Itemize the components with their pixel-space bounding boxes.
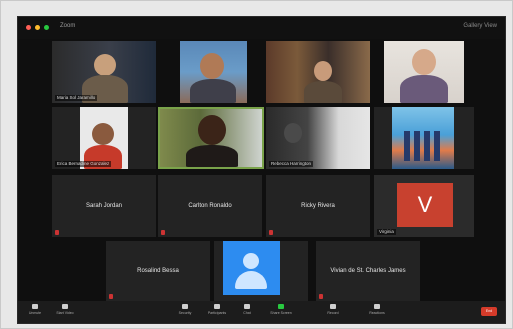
- toolbar-label: Reactions: [369, 311, 385, 315]
- participant-body: [400, 75, 448, 103]
- meeting-toolbar: Unmute Start Video Security Participants…: [18, 301, 505, 323]
- participant-name: Vivian de St. Charles James: [330, 268, 406, 274]
- avatar-head-icon: [243, 253, 259, 269]
- chat-icon: [244, 304, 250, 309]
- participant-name: Carlton Ronaldo: [188, 203, 232, 209]
- name-only-tile[interactable]: Carlton Ronaldo: [158, 175, 262, 237]
- participant-name: Rosalind Bessa: [137, 268, 179, 274]
- video-scene: [266, 107, 370, 169]
- video-tile[interactable]: Erica Bernadine Gonzalez: [52, 107, 156, 169]
- people-icon: [214, 304, 220, 309]
- toolbar-security[interactable]: Security: [172, 304, 198, 315]
- toolbar-record[interactable]: Record: [320, 304, 346, 315]
- camera-icon: [62, 304, 68, 309]
- participant-head: [412, 49, 436, 75]
- record-icon: [330, 304, 336, 309]
- window-controls[interactable]: [26, 25, 49, 30]
- participant-head: [200, 53, 224, 79]
- toolbar-label: Chat: [243, 311, 251, 315]
- title-bar: Zoom Gallery View: [18, 17, 505, 39]
- toolbar-participants[interactable]: Participants: [204, 304, 230, 315]
- end-meeting-button[interactable]: End: [481, 307, 497, 316]
- share-screen-icon: [278, 304, 284, 309]
- participant-body: [304, 81, 342, 103]
- name-only-tile[interactable]: Sarah Jordan: [52, 175, 156, 237]
- fullscreen-window-dot[interactable]: [44, 25, 49, 30]
- name-only-tile[interactable]: Ricky Rivera: [266, 175, 370, 237]
- shield-icon: [182, 304, 188, 309]
- view-toggle[interactable]: Gallery View: [463, 23, 497, 29]
- screenshot-frame: Zoom Gallery View Maria Sol Jaramillo Er…: [0, 0, 513, 329]
- toolbar-label: Share Screen: [270, 311, 292, 315]
- close-window-dot[interactable]: [26, 25, 31, 30]
- video-tile[interactable]: [266, 41, 370, 103]
- toolbar-label: Record: [327, 311, 339, 315]
- toolbar-reactions[interactable]: Reactions: [364, 304, 390, 315]
- active-speaker-tile[interactable]: [158, 107, 264, 169]
- participant-name: Virginia: [377, 229, 396, 235]
- muted-mic-icon: [161, 230, 165, 235]
- toolbar-label: Participants: [207, 311, 227, 315]
- participant-name: Rebecca Harrington: [269, 161, 314, 167]
- participant-body: [190, 79, 236, 103]
- window-title: Zoom: [60, 23, 76, 29]
- profile-avatar-tile[interactable]: [214, 241, 308, 301]
- video-tile[interactable]: Maria Sol Jaramillo: [52, 41, 156, 103]
- participant-name: Ricky Rivera: [301, 203, 335, 209]
- video-tile[interactable]: [180, 41, 247, 103]
- participant-head: [94, 54, 116, 76]
- video-tile[interactable]: Rebecca Harrington: [266, 107, 370, 169]
- minimize-window-dot[interactable]: [35, 25, 40, 30]
- avatar-body-icon: [235, 271, 267, 289]
- avatar-tile[interactable]: V Virginia: [374, 175, 474, 237]
- participant-name: Sarah Jordan: [85, 203, 123, 209]
- microphone-icon: [32, 304, 38, 309]
- toolbar-unmute[interactable]: Unmute: [22, 304, 48, 315]
- participant-head: [198, 115, 226, 145]
- toolbar-chat[interactable]: Chat: [234, 304, 260, 315]
- participant-head: [314, 61, 332, 81]
- muted-mic-icon: [319, 294, 323, 299]
- toolbar-label: Security: [178, 311, 192, 315]
- participant-head: [92, 123, 114, 145]
- toolbar-label: Unmute: [28, 311, 42, 315]
- initial-avatar: V: [397, 183, 453, 227]
- muted-mic-icon: [109, 294, 113, 299]
- toolbar-start-video[interactable]: Start Video: [52, 304, 78, 315]
- name-only-tile[interactable]: Rosalind Bessa: [106, 241, 210, 301]
- participant-body: [186, 145, 238, 167]
- profile-avatar: [223, 241, 280, 295]
- video-tile[interactable]: [374, 107, 474, 169]
- participant-name: Erica Bernadine Gonzalez: [55, 161, 112, 167]
- reactions-icon: [374, 304, 380, 309]
- muted-mic-icon: [55, 230, 59, 235]
- participant-name: Maria Sol Jaramillo: [55, 95, 98, 101]
- participant-head: [284, 123, 302, 143]
- zoom-window: Zoom Gallery View Maria Sol Jaramillo Er…: [18, 17, 505, 323]
- name-only-tile[interactable]: Vivian de St. Charles James: [316, 241, 420, 301]
- muted-mic-icon: [269, 230, 273, 235]
- figures-artwork: [404, 131, 442, 161]
- toolbar-label: Start Video: [56, 311, 74, 315]
- video-tile[interactable]: [384, 41, 464, 103]
- toolbar-share-screen[interactable]: Share Screen: [268, 304, 294, 315]
